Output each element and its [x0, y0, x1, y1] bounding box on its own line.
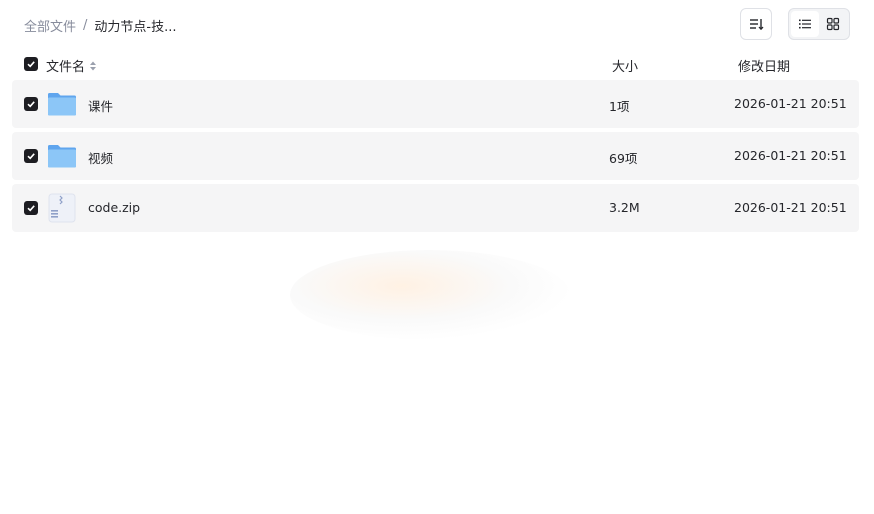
file-browser: 全部文件 / 动力节点-技... 文件名 大小 修改日期 课件 1项 2026-…: [0, 0, 874, 514]
sort-arrows-icon: [89, 60, 97, 72]
row-checkbox[interactable]: [24, 201, 38, 215]
file-name: code.zip: [88, 200, 141, 215]
file-size: 1项: [609, 99, 630, 114]
check-icon: [27, 205, 35, 212]
sort-lines-icon: [750, 19, 764, 31]
check-icon: [27, 101, 35, 108]
list-view-button[interactable]: [791, 11, 819, 37]
table-row[interactable]: 课件 1项 2026-01-21 20:51: [12, 80, 859, 128]
row-checkbox[interactable]: [24, 149, 38, 163]
column-header-date[interactable]: 修改日期: [738, 56, 790, 75]
zip-file-icon: [48, 193, 76, 223]
file-date: 2026-01-21 20:51: [734, 148, 847, 163]
table-row[interactable]: 视频 69项 2026-01-21 20:51: [12, 132, 859, 180]
table-row[interactable]: code.zip 3.2M 2026-01-21 20:51: [12, 184, 859, 232]
sort-button[interactable]: [740, 8, 772, 40]
file-size: 69项: [609, 151, 638, 166]
grid-view-button[interactable]: [819, 11, 847, 37]
folder-icon: [48, 145, 76, 168]
list-view-icon: [799, 19, 811, 29]
table-header: 文件名 大小 修改日期: [12, 50, 859, 78]
file-size: 3.2M: [609, 200, 640, 215]
check-icon: [27, 153, 35, 160]
breadcrumb: 全部文件 / 动力节点-技...: [24, 15, 177, 35]
folder-icon: [48, 93, 76, 116]
select-all-checkbox[interactable]: [24, 57, 38, 71]
background-glow: [290, 250, 570, 340]
breadcrumb-current: 动力节点-技...: [94, 19, 177, 35]
file-date: 2026-01-21 20:51: [734, 96, 847, 111]
file-date: 2026-01-21 20:51: [734, 200, 847, 215]
file-name: 课件: [88, 99, 114, 114]
view-toggle: [788, 8, 850, 40]
file-name: 视频: [88, 151, 114, 166]
breadcrumb-root-link[interactable]: 全部文件: [24, 16, 76, 35]
column-header-name[interactable]: 文件名: [46, 56, 97, 75]
grid-view-icon: [826, 17, 840, 31]
breadcrumb-separator: /: [83, 17, 88, 33]
column-header-name-label: 文件名: [46, 60, 86, 75]
row-checkbox[interactable]: [24, 97, 38, 111]
column-header-size[interactable]: 大小: [612, 56, 638, 75]
check-icon: [27, 61, 35, 68]
